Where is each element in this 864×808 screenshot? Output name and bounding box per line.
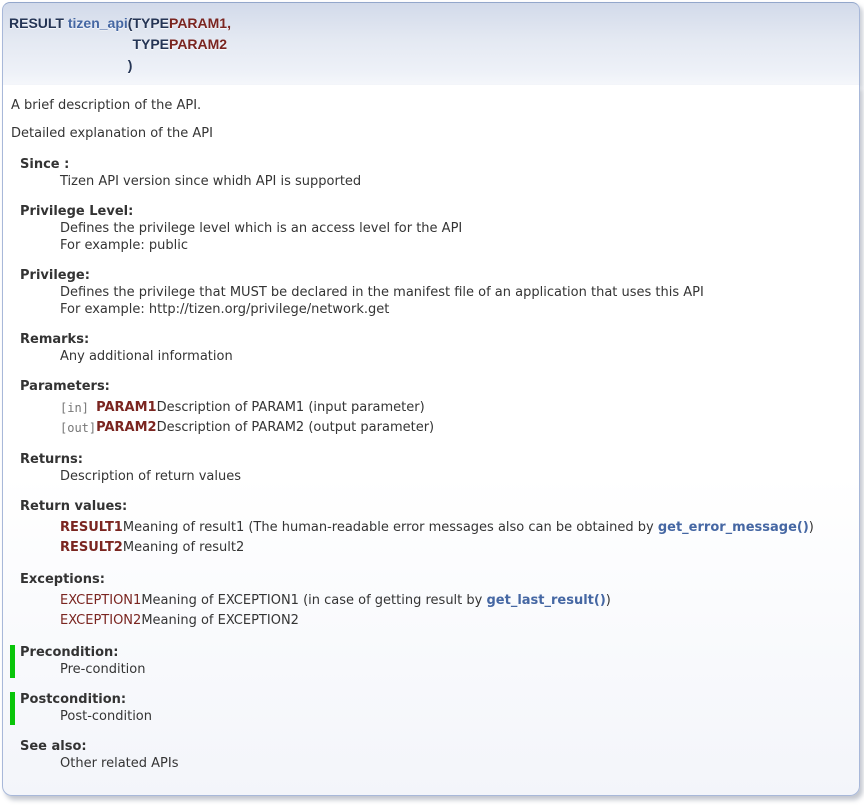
- parameters-table-wrap: [in] PARAM1 Description of PARAM1 (input…: [60, 398, 849, 438]
- get-error-message-link[interactable]: get_error_message(): [658, 520, 809, 535]
- section-return-values-label: Return values:: [20, 499, 849, 515]
- parameter-row: [out] PARAM2 Description of PARAM2 (outp…: [60, 418, 434, 438]
- section-postcondition: Postcondition: Post-condition: [10, 692, 849, 725]
- parameter-row: [in] PARAM1 Description of PARAM1 (input…: [60, 398, 434, 418]
- section-privilege-line1: Defines the privilege that MUST be decla…: [60, 285, 849, 301]
- param-type: TYPE: [132, 13, 169, 34]
- section-privilege: Privilege: Defines the privilege that MU…: [9, 268, 849, 318]
- section-since-body: Tizen API version since whidh API is sup…: [60, 174, 849, 190]
- return-value-row: RESULT2 Meaning of result2: [60, 538, 814, 558]
- section-precondition-body: Pre-condition: [60, 662, 849, 678]
- section-see-also-label: See also:: [20, 739, 849, 755]
- param-description: Description of PARAM1 (input parameter): [157, 398, 435, 418]
- parameters-table: [in] PARAM1 Description of PARAM1 (input…: [60, 398, 434, 438]
- section-remarks-label: Remarks:: [20, 332, 849, 348]
- signature-row-1: RESULT tizen_api ( TYPE PARAM1,: [9, 13, 231, 34]
- section-postcondition-label: Postcondition:: [20, 692, 849, 708]
- param-name: PARAM1: [96, 398, 156, 418]
- section-returns-label: Returns:: [20, 452, 849, 468]
- section-privilege-level: Privilege Level: Defines the privilege l…: [9, 204, 849, 254]
- exception-desc-text: ): [606, 593, 611, 608]
- section-return-values: Return values: RESULT1 Meaning of result…: [9, 499, 849, 558]
- signature-name-cell: RESULT tizen_api: [9, 13, 128, 34]
- return-value-description: Meaning of result1 (The human-readable e…: [123, 518, 814, 538]
- exception-row: EXCEPTION2 Meaning of EXCEPTION2: [60, 611, 611, 631]
- return-value-description: Meaning of result2: [123, 538, 814, 558]
- section-privilege-level-line2: For example: public: [60, 238, 849, 254]
- param-name: PARAM1,: [169, 13, 231, 34]
- section-remarks: Remarks: Any additional information: [9, 332, 849, 365]
- param-name: PARAM2: [169, 34, 231, 55]
- section-privilege-level-line1: Defines the privilege level which is an …: [60, 221, 849, 237]
- return-value-row: RESULT1 Meaning of result1 (The human-re…: [60, 518, 814, 538]
- return-value-name: RESULT2: [60, 538, 123, 558]
- exception-name: EXCEPTION2: [60, 611, 141, 631]
- section-since: Since : Tizen API version since whidh AP…: [9, 157, 849, 190]
- return-value-desc-text: Meaning of result1 (The human-readable e…: [123, 520, 658, 535]
- return-value-name: RESULT1: [60, 518, 123, 538]
- exceptions-table-wrap: EXCEPTION1 Meaning of EXCEPTION1 (in cas…: [60, 591, 849, 631]
- exception-name: EXCEPTION1: [60, 591, 141, 611]
- section-precondition-label: Precondition:: [20, 645, 849, 661]
- section-privilege-label: Privilege:: [20, 268, 849, 284]
- return-value-desc-text: ): [809, 520, 814, 535]
- function-name-link[interactable]: tizen_api: [68, 15, 128, 31]
- section-exceptions-label: Exceptions:: [20, 572, 849, 588]
- param-name: PARAM2: [96, 418, 156, 438]
- return-type: RESULT: [9, 15, 64, 31]
- return-values-table: RESULT1 Meaning of result1 (The human-re…: [60, 518, 814, 558]
- api-member-card: RESULT tizen_api ( TYPE PARAM1, TYPE PAR…: [2, 2, 860, 796]
- section-see-also: See also: Other related APIs: [9, 739, 849, 772]
- member-documentation: A brief description of the API. Detailed…: [2, 85, 860, 796]
- section-precondition: Precondition: Pre-condition: [10, 645, 849, 678]
- section-exceptions: Exceptions: EXCEPTION1 Meaning of EXCEPT…: [9, 572, 849, 631]
- function-signature-header: RESULT tizen_api ( TYPE PARAM1, TYPE PAR…: [2, 2, 860, 85]
- section-returns-body: Description of return values: [60, 469, 849, 485]
- section-privilege-level-label: Privilege Level:: [20, 204, 849, 220]
- brief-description: A brief description of the API.: [11, 98, 849, 114]
- section-parameters: Parameters: [in] PARAM1 Description of P…: [9, 379, 849, 438]
- signature-row-3: ): [9, 55, 231, 76]
- exception-description: Meaning of EXCEPTION1 (in case of gettin…: [141, 591, 611, 611]
- close-paren: ): [128, 55, 133, 76]
- detailed-description: Detailed explanation of the API: [11, 126, 849, 142]
- signature-table: RESULT tizen_api ( TYPE PARAM1, TYPE PAR…: [9, 13, 231, 76]
- get-last-result-link[interactable]: get_last_result(): [486, 593, 605, 608]
- exceptions-table: EXCEPTION1 Meaning of EXCEPTION1 (in cas…: [60, 591, 611, 631]
- param-direction: [out]: [60, 418, 96, 438]
- exception-desc-text: Meaning of EXCEPTION1 (in case of gettin…: [141, 593, 486, 608]
- section-postcondition-body: Post-condition: [60, 709, 849, 725]
- section-since-label: Since :: [20, 157, 849, 173]
- section-returns: Returns: Description of return values: [9, 452, 849, 485]
- signature-row-2: TYPE PARAM2: [9, 34, 231, 55]
- section-parameters-label: Parameters:: [20, 379, 849, 395]
- section-remarks-body: Any additional information: [60, 349, 849, 365]
- section-privilege-line2: For example: http://tizen.org/privilege/…: [60, 302, 849, 318]
- return-values-table-wrap: RESULT1 Meaning of result1 (The human-re…: [60, 518, 849, 558]
- param-description: Description of PARAM2 (output parameter): [157, 418, 435, 438]
- param-type: TYPE: [132, 34, 169, 55]
- param-direction: [in]: [60, 398, 96, 418]
- exception-row: EXCEPTION1 Meaning of EXCEPTION1 (in cas…: [60, 591, 611, 611]
- exception-description: Meaning of EXCEPTION2: [141, 611, 611, 631]
